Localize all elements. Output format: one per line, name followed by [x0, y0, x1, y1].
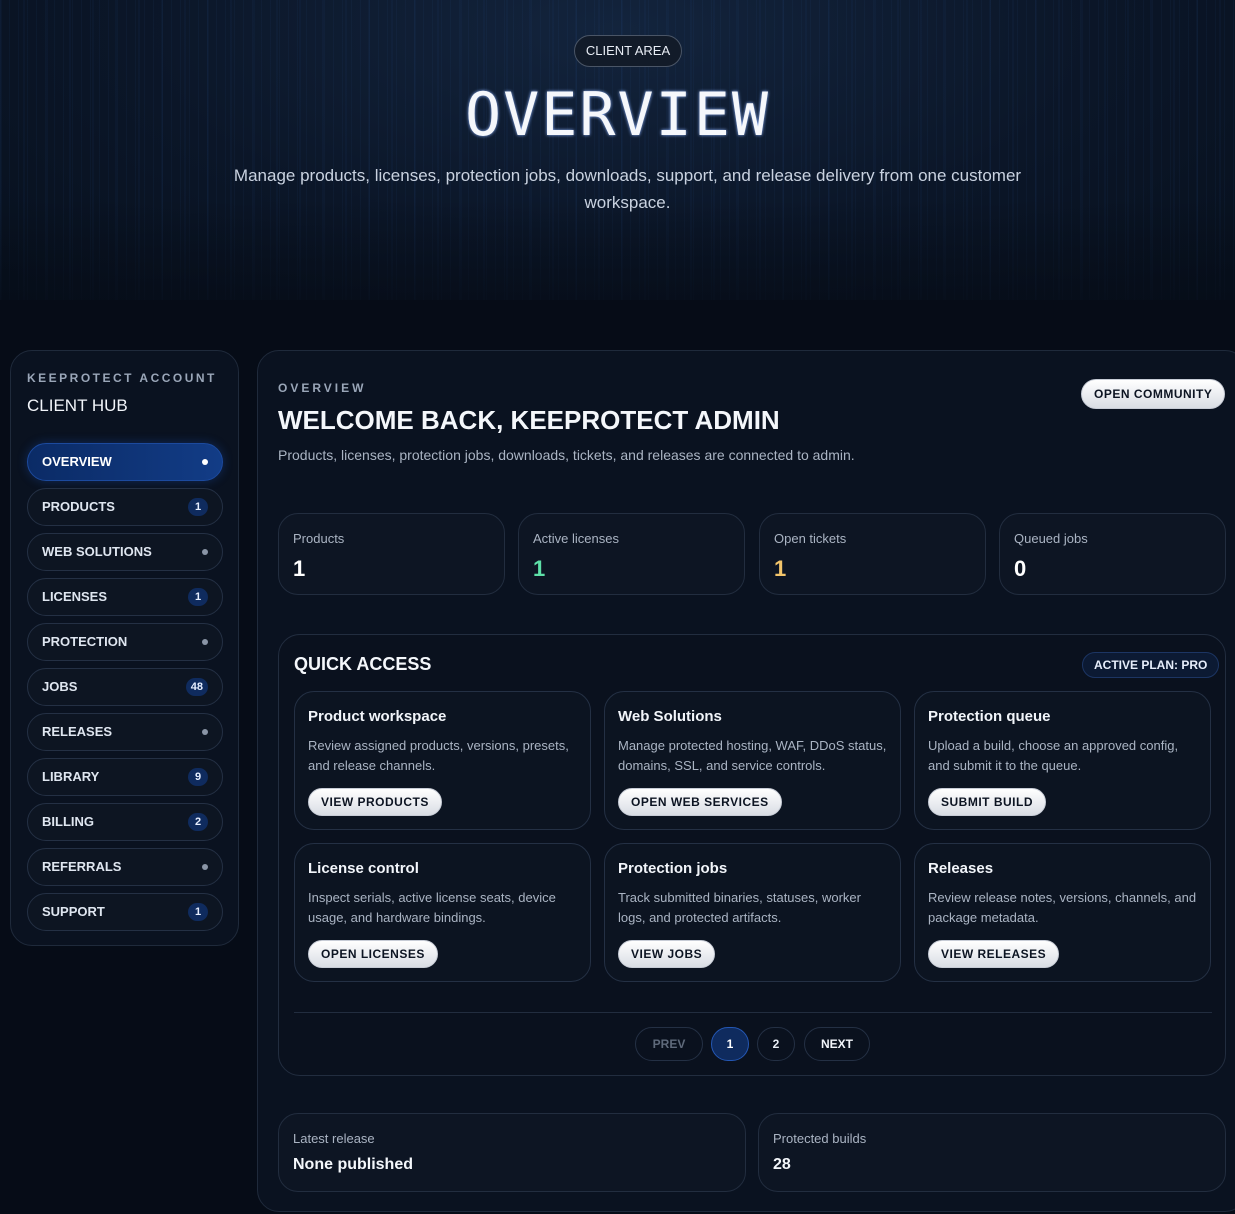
- stat-value: 1: [774, 556, 787, 581]
- stat-card-open-tickets: Open tickets 1: [759, 513, 986, 595]
- count-badge: 1: [188, 903, 208, 921]
- count-badge: 2: [188, 813, 208, 831]
- protected-builds-value: 28: [773, 1156, 791, 1173]
- sidebar-item-billing[interactable]: BILLING 2: [27, 803, 223, 841]
- welcome-subtitle: Products, licenses, protection jobs, dow…: [278, 447, 855, 463]
- pagination-next-button[interactable]: NEXT: [804, 1027, 870, 1061]
- stat-label: Active licenses: [533, 531, 619, 546]
- card-protection-queue: Protection queue Upload a build, choose …: [914, 691, 1211, 830]
- page-title: OVERVIEW: [465, 80, 770, 150]
- card-description: Track submitted binaries, statuses, work…: [618, 890, 861, 925]
- quick-access-title: QUICK ACCESS: [294, 654, 432, 674]
- pagination-page-2[interactable]: 2: [757, 1027, 795, 1061]
- card-description: Review assigned products, versions, pres…: [308, 738, 569, 773]
- stat-label: Products: [293, 531, 345, 546]
- sidebar-item-licenses[interactable]: LICENSES 1: [27, 578, 223, 616]
- sidebar-title: CLIENT HUB: [27, 396, 128, 415]
- sidebar-item-label: BILLING: [42, 814, 94, 829]
- submit-build-button[interactable]: SUBMIT BUILD: [928, 788, 1046, 816]
- sidebar-item-label: LICENSES: [42, 589, 108, 604]
- sidebar-item-library[interactable]: LIBRARY 9: [27, 758, 223, 796]
- card-title: Web Solutions: [618, 708, 722, 725]
- stat-value: 1: [293, 556, 306, 581]
- protected-builds-label: Protected builds: [773, 1131, 867, 1146]
- latest-release-label: Latest release: [293, 1131, 375, 1146]
- welcome-heading: WELCOME BACK, KEEPROTECT ADMIN: [278, 405, 780, 435]
- pagination-page-1[interactable]: 1: [711, 1027, 749, 1061]
- sidebar-item-label: PROTECTION: [42, 634, 128, 649]
- open-licenses-button[interactable]: OPEN LICENSES: [308, 940, 438, 968]
- sidebar-item-label: OVERVIEW: [42, 454, 112, 469]
- card-title: Product workspace: [308, 708, 447, 725]
- card-description: Upload a build, choose an approved confi…: [928, 738, 1179, 773]
- stat-label: Queued jobs: [1014, 531, 1088, 546]
- dot-icon: [202, 729, 208, 735]
- view-jobs-button[interactable]: VIEW JOBS: [618, 940, 716, 968]
- card-description: Review release notes, versions, channels…: [928, 890, 1197, 925]
- card-title: Protection queue: [928, 708, 1051, 725]
- card-title: Protection jobs: [618, 860, 728, 877]
- card-description: Inspect serials, active license seats, d…: [308, 890, 556, 925]
- sidebar-item-label: PRODUCTS: [42, 499, 115, 514]
- sidebar-item-label: JOBS: [42, 679, 78, 694]
- sidebar: KEEPROTECT ACCOUNT CLIENT HUB OVERVIEW PR…: [10, 350, 239, 946]
- card-description: Manage protected hosting, WAF, DDoS stat…: [618, 738, 887, 773]
- dot-icon: [202, 549, 208, 555]
- stat-card-products: Products 1: [278, 513, 505, 595]
- client-area-pill: CLIENT AREA: [574, 35, 682, 67]
- dot-icon: [202, 639, 208, 645]
- pagination-prev-button[interactable]: PREV: [635, 1027, 703, 1061]
- sidebar-item-label: WEB SOLUTIONS: [42, 544, 152, 559]
- sidebar-item-referrals[interactable]: REFERRALS: [27, 848, 223, 886]
- stat-label: Open tickets: [774, 531, 847, 546]
- count-badge: 1: [188, 588, 208, 606]
- card-title: Releases: [928, 860, 994, 877]
- active-plan-badge: ACTIVE PLAN: PRO: [1082, 652, 1220, 678]
- stat-card-active-licenses: Active licenses 1: [518, 513, 745, 595]
- dot-icon: [202, 864, 208, 870]
- hero-fade: [0, 200, 1235, 340]
- view-releases-button[interactable]: VIEW RELEASES: [928, 940, 1060, 968]
- dot-icon: [202, 459, 208, 465]
- count-badge: 1: [188, 498, 208, 516]
- card-protection-jobs: Protection jobs Track submitted binaries…: [604, 843, 901, 982]
- sidebar-item-overview[interactable]: OVERVIEW: [27, 443, 223, 481]
- divider: [294, 1012, 1212, 1013]
- page-subtitle: Manage products, licenses, protection jo…: [233, 166, 1022, 212]
- card-license-control: License control Inspect serials, active …: [294, 843, 591, 982]
- sidebar-item-jobs[interactable]: JOBS 48: [27, 668, 223, 706]
- open-community-button[interactable]: OPEN COMMUNITY: [1081, 379, 1226, 409]
- latest-release-card: Latest release None published: [278, 1113, 746, 1192]
- sidebar-item-products[interactable]: PRODUCTS 1: [27, 488, 223, 526]
- count-badge: 9: [188, 768, 208, 786]
- card-product-workspace: Product workspace Review assigned produc…: [294, 691, 591, 830]
- sidebar-item-label: SUPPORT: [42, 904, 105, 919]
- sidebar-item-web-solutions[interactable]: WEB SOLUTIONS: [27, 533, 223, 571]
- latest-release-value: None published: [293, 1156, 413, 1173]
- sidebar-item-releases[interactable]: RELEASES: [27, 713, 223, 751]
- stat-value: 0: [1014, 556, 1027, 581]
- card-web-solutions: Web Solutions Manage protected hosting, …: [604, 691, 901, 830]
- sidebar-item-support[interactable]: SUPPORT 1: [27, 893, 223, 931]
- card-releases: Releases Review release notes, versions,…: [914, 843, 1211, 982]
- count-badge: 48: [185, 678, 208, 696]
- open-web-services-button[interactable]: OPEN WEB SERVICES: [618, 788, 782, 816]
- sidebar-item-protection[interactable]: PROTECTION: [27, 623, 223, 661]
- section-kicker: OVERVIEW: [278, 381, 367, 395]
- stat-card-queued-jobs: Queued jobs 0: [999, 513, 1226, 595]
- main-panel: OVERVIEW WELCOME BACK, KEEPROTECT ADMIN …: [257, 350, 1235, 1212]
- quick-access-panel: QUICK ACCESS ACTIVE PLAN: PRO Product wo…: [278, 634, 1226, 1076]
- protected-builds-card: Protected builds 28: [758, 1113, 1226, 1192]
- card-title: License control: [308, 860, 419, 877]
- sidebar-item-label: LIBRARY: [42, 769, 100, 784]
- view-products-button[interactable]: VIEW PRODUCTS: [308, 788, 442, 816]
- sidebar-item-label: RELEASES: [42, 724, 113, 739]
- sidebar-item-label: REFERRALS: [42, 859, 122, 874]
- sidebar-kicker: KEEPROTECT ACCOUNT: [27, 371, 217, 385]
- stat-value: 1: [533, 556, 546, 581]
